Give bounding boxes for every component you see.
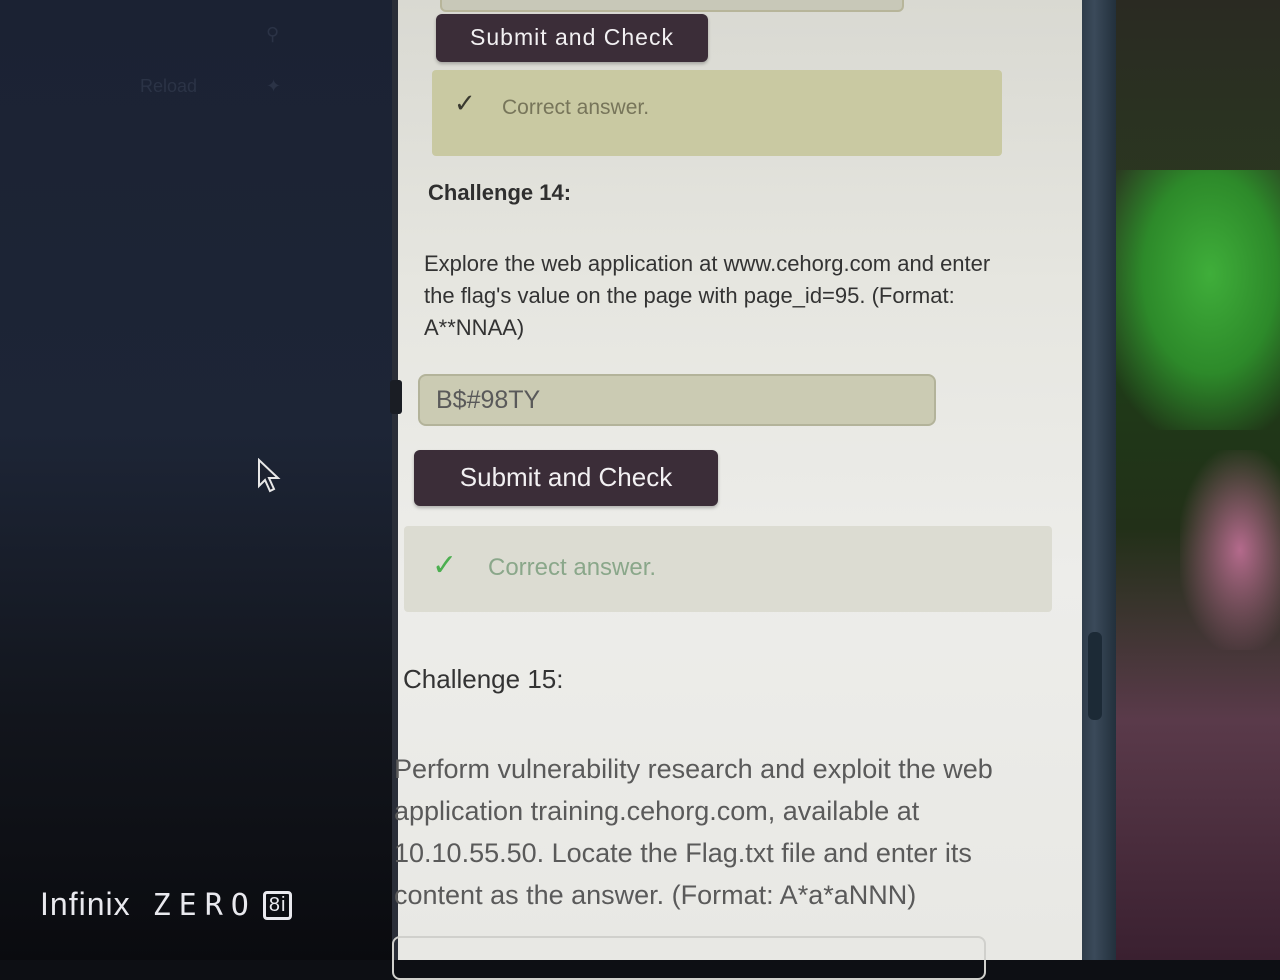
- answer-input-challenge-14[interactable]: B$#98TY: [418, 374, 936, 426]
- checkmark-icon: ✓: [454, 88, 476, 118]
- feedback-box-challenge-14: ✓ Correct answer.: [404, 526, 1052, 612]
- reload-label: Reload: [140, 76, 198, 96]
- submit-button-challenge-13[interactable]: Submit and Check: [436, 14, 708, 62]
- mouse-cursor-icon: [258, 458, 281, 493]
- feedback-text: Correct answer.: [488, 554, 657, 581]
- brand-model: ZERO: [152, 888, 257, 923]
- brand-badge: 8i: [262, 891, 293, 920]
- green-object: [1105, 170, 1280, 430]
- pink-object: [1180, 450, 1280, 650]
- search-icon: ⚲: [266, 24, 280, 44]
- feedback-text: Correct answer.: [502, 96, 650, 119]
- background-left: [0, 0, 400, 960]
- submit-button-challenge-14[interactable]: Submit and Check: [414, 450, 718, 506]
- feedback-box-challenge-13: ✓ Correct answer.: [432, 70, 1002, 156]
- checkmark-icon: ✓: [432, 549, 458, 582]
- challenge-14-description: Explore the web application at www.cehor…: [424, 251, 991, 340]
- challenge-15-description: Perform vulnerability research and explo…: [394, 754, 993, 910]
- previous-input-edge: [440, 0, 904, 12]
- star-icon: ✦: [266, 76, 282, 96]
- brand-name: Infinix: [40, 886, 131, 922]
- challenge-14-title: Challenge 14:: [428, 180, 572, 205]
- monitor-bezel: [1080, 0, 1116, 960]
- side-tab-handle: [390, 380, 402, 414]
- scrollbar-thumb[interactable]: [1088, 632, 1102, 720]
- answer-input-challenge-15[interactable]: [392, 936, 986, 980]
- challenge-15-title: Challenge 15:: [403, 664, 564, 694]
- device-watermark: Infinix ZERO 8i: [40, 886, 293, 923]
